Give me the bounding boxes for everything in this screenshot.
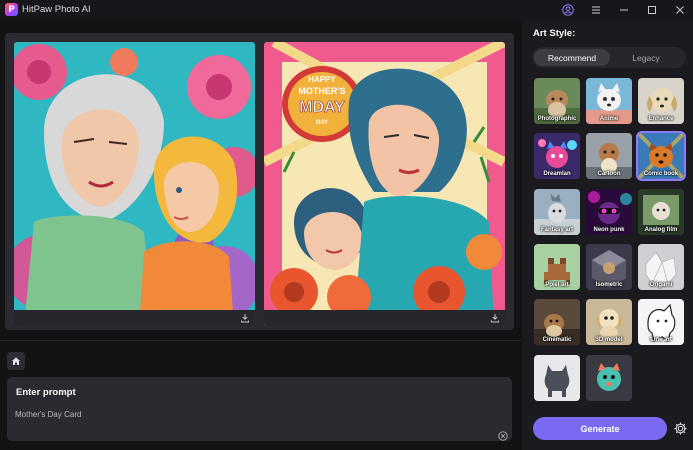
- home-button[interactable]: [7, 352, 25, 370]
- image-2-footer: [264, 310, 505, 326]
- download-icon[interactable]: [240, 313, 250, 323]
- poster-text-2: MOTHER'S: [298, 86, 345, 96]
- style-anime[interactable]: Anime: [586, 78, 632, 124]
- style-neon-punk[interactable]: Neon punk: [586, 189, 632, 235]
- image-1-footer: [14, 310, 255, 326]
- image-2-illustration: HAPPY MOTHER'S MDAY DAY: [264, 42, 505, 326]
- dog-silhouette-thumbnail: [534, 355, 580, 401]
- generated-image-1[interactable]: [14, 42, 255, 326]
- style-origami[interactable]: Origami: [638, 244, 684, 290]
- prompt-box: Enter prompt: [7, 377, 512, 441]
- maximize-icon[interactable]: [644, 2, 660, 18]
- app-title: HitPaw Photo AI: [22, 4, 91, 15]
- logo-letter: P: [8, 4, 15, 15]
- close-icon[interactable]: [672, 2, 688, 18]
- style-label: Photographic: [537, 116, 577, 122]
- minimize-icon[interactable]: [616, 2, 632, 18]
- style-label: Neon punk: [593, 227, 625, 233]
- poster-text-3: MDAY: [299, 99, 345, 116]
- prompt-title: Enter prompt: [16, 387, 76, 398]
- tab-legacy[interactable]: Legacy: [608, 49, 684, 66]
- clear-icon[interactable]: [498, 428, 508, 441]
- dog-toy-thumbnail: [586, 355, 632, 401]
- style-label: Fantasy art: [540, 227, 573, 233]
- style-fantasy-art[interactable]: Fantasy art: [534, 189, 580, 235]
- poster-text-4: DAY: [316, 120, 328, 126]
- style-enhance[interactable]: Enhance: [638, 78, 684, 124]
- style-tab-switcher: Recommend Legacy: [532, 47, 686, 68]
- style-analog-film[interactable]: Analog film: [638, 189, 684, 235]
- style-label: Enhance: [648, 116, 674, 122]
- title-bar: P HitPaw Photo AI: [0, 0, 693, 20]
- style-dreamland[interactable]: Dreamlan: [534, 133, 580, 179]
- style-label: Analog film: [644, 227, 678, 233]
- app-logo-icon: P: [5, 3, 18, 16]
- style-3d-model[interactable]: 3D model: [586, 299, 632, 345]
- home-icon: [12, 357, 20, 365]
- style-line-art[interactable]: Line art: [638, 299, 684, 345]
- generated-image-2[interactable]: HAPPY MOTHER'S MDAY DAY: [264, 42, 505, 326]
- download-icon[interactable]: [490, 313, 500, 323]
- user-icon[interactable]: [560, 2, 576, 18]
- canvas-panel: HAPPY MOTHER'S MDAY DAY: [5, 33, 514, 330]
- style-photographic[interactable]: Photographic: [534, 78, 580, 124]
- tab-recommend[interactable]: Recommend: [534, 49, 610, 66]
- style-tile-17[interactable]: [586, 355, 632, 401]
- style-cinematic[interactable]: Cinematic: [534, 299, 580, 345]
- style-label: Line art: [650, 337, 672, 343]
- style-label: Cartoon: [597, 171, 621, 177]
- style-cartoon[interactable]: Cartoon: [586, 133, 632, 179]
- art-style-panel: Art Style: Recommend Legacy Photographic…: [522, 20, 693, 450]
- panel-divider: [0, 340, 521, 341]
- style-label: Pixel art: [545, 282, 569, 288]
- art-style-label: Art Style:: [533, 28, 576, 39]
- menu-icon[interactable]: [588, 2, 604, 18]
- poster-text-1: HAPPY: [308, 75, 336, 84]
- style-tile-16[interactable]: [534, 355, 580, 401]
- style-label: Dreamlan: [543, 171, 571, 177]
- generate-button[interactable]: Generate: [533, 417, 667, 440]
- style-label: Cinematic: [542, 337, 572, 343]
- style-label: Comic book: [643, 171, 679, 177]
- style-label: 3D model: [595, 337, 623, 343]
- style-pixel-art[interactable]: Pixel art: [534, 244, 580, 290]
- style-comic-book[interactable]: Comic book: [636, 131, 686, 181]
- style-isometric[interactable]: Isometric: [586, 244, 632, 290]
- style-label: Origami: [649, 282, 673, 288]
- prompt-input[interactable]: [15, 407, 495, 421]
- style-label: Anime: [599, 116, 619, 122]
- style-label: Isometric: [595, 282, 623, 288]
- image-1-illustration: [14, 42, 255, 326]
- gear-icon[interactable]: [673, 421, 688, 436]
